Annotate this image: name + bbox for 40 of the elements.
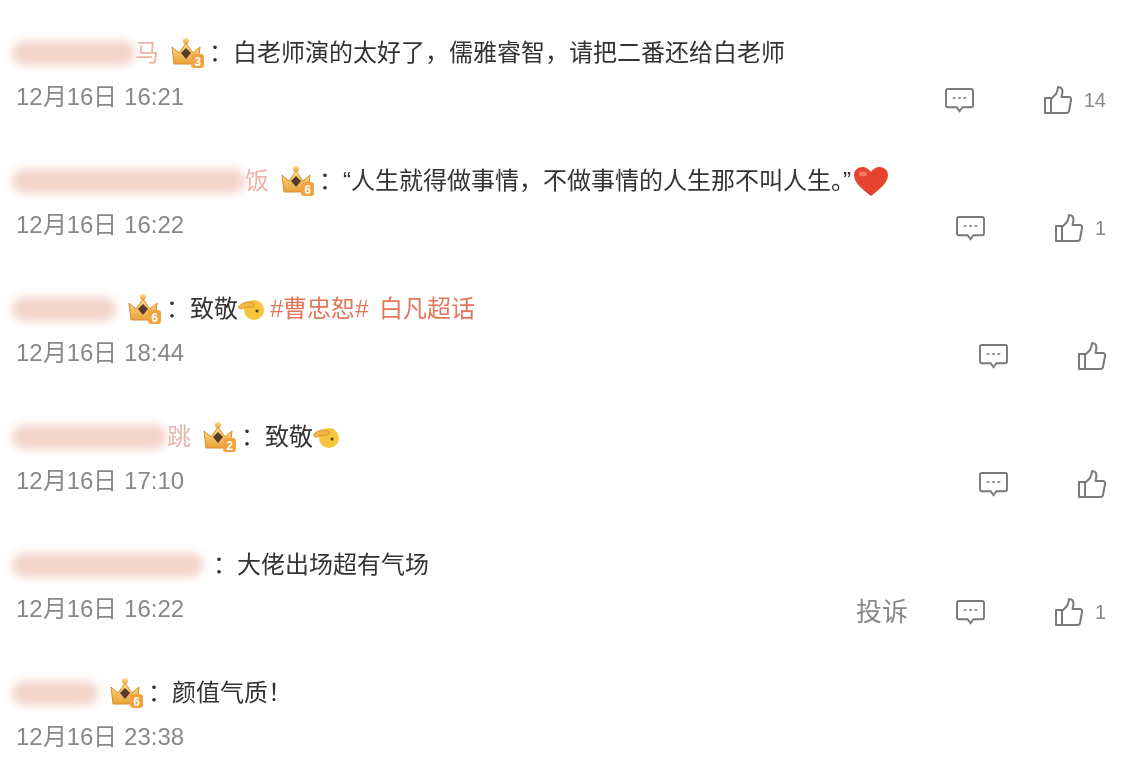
name-separator: ： [209,39,233,67]
comment-time: 12月16日 23:38 [16,722,185,752]
topic-link[interactable]: #曹忠恕# [270,294,369,324]
name-separator: ： [166,295,190,323]
comment-icon[interactable] [979,470,1008,498]
comment-icon[interactable] [979,342,1008,370]
username-fragment: 饭 [245,167,269,195]
comment-icon[interactable] [944,86,974,114]
comment-icon[interactable] [955,214,985,242]
comment-text: 致敬 [265,422,313,452]
thumbs-up-icon[interactable] [1054,598,1083,626]
comment-time: 12月16日 18:44 [16,338,185,368]
like-count: 1 [1094,600,1106,624]
name-separator: ： [241,423,265,451]
name-separator: ： [213,551,237,579]
thumbs-up-icon[interactable] [1078,342,1106,370]
like-count: 1 [1094,216,1106,240]
name-separator: ： [148,679,172,707]
topic-link[interactable]: 白凡超话 [378,294,475,324]
comment-time: 12月16日 16:22 [16,210,185,240]
comment-text: 颜值气质！ [172,678,292,708]
username-fragment: 马 [135,39,159,67]
thumbs-up-icon[interactable] [1078,470,1106,498]
like-count: 14 [1083,88,1106,112]
thumbs-up-icon[interactable] [1043,86,1072,114]
comment-text: 大佬出场超有气场 [237,550,429,580]
comment-time: 12月16日 17:10 [16,466,185,496]
comment-text: 白老师演的太好了，儒雅睿智，请把二番还给白老师 [233,38,785,68]
name-separator: ： [319,167,343,195]
comment-text: “人生就得做事情，不做事情的人生那不叫人生。” [343,166,851,196]
comment-text: 致敬 [190,294,238,324]
heart-icon [853,165,889,197]
saluting-face-icon [313,425,339,449]
comment-time: 12月16日 16:21 [16,82,185,112]
comment-icon[interactable] [955,598,985,626]
comment-time: 12月16日 16:22 [16,594,185,624]
username-fragment: 跳 [167,423,191,451]
report-link[interactable]: 投诉 [855,596,908,628]
thumbs-up-icon[interactable] [1054,214,1083,242]
saluting-face-icon [238,297,264,321]
